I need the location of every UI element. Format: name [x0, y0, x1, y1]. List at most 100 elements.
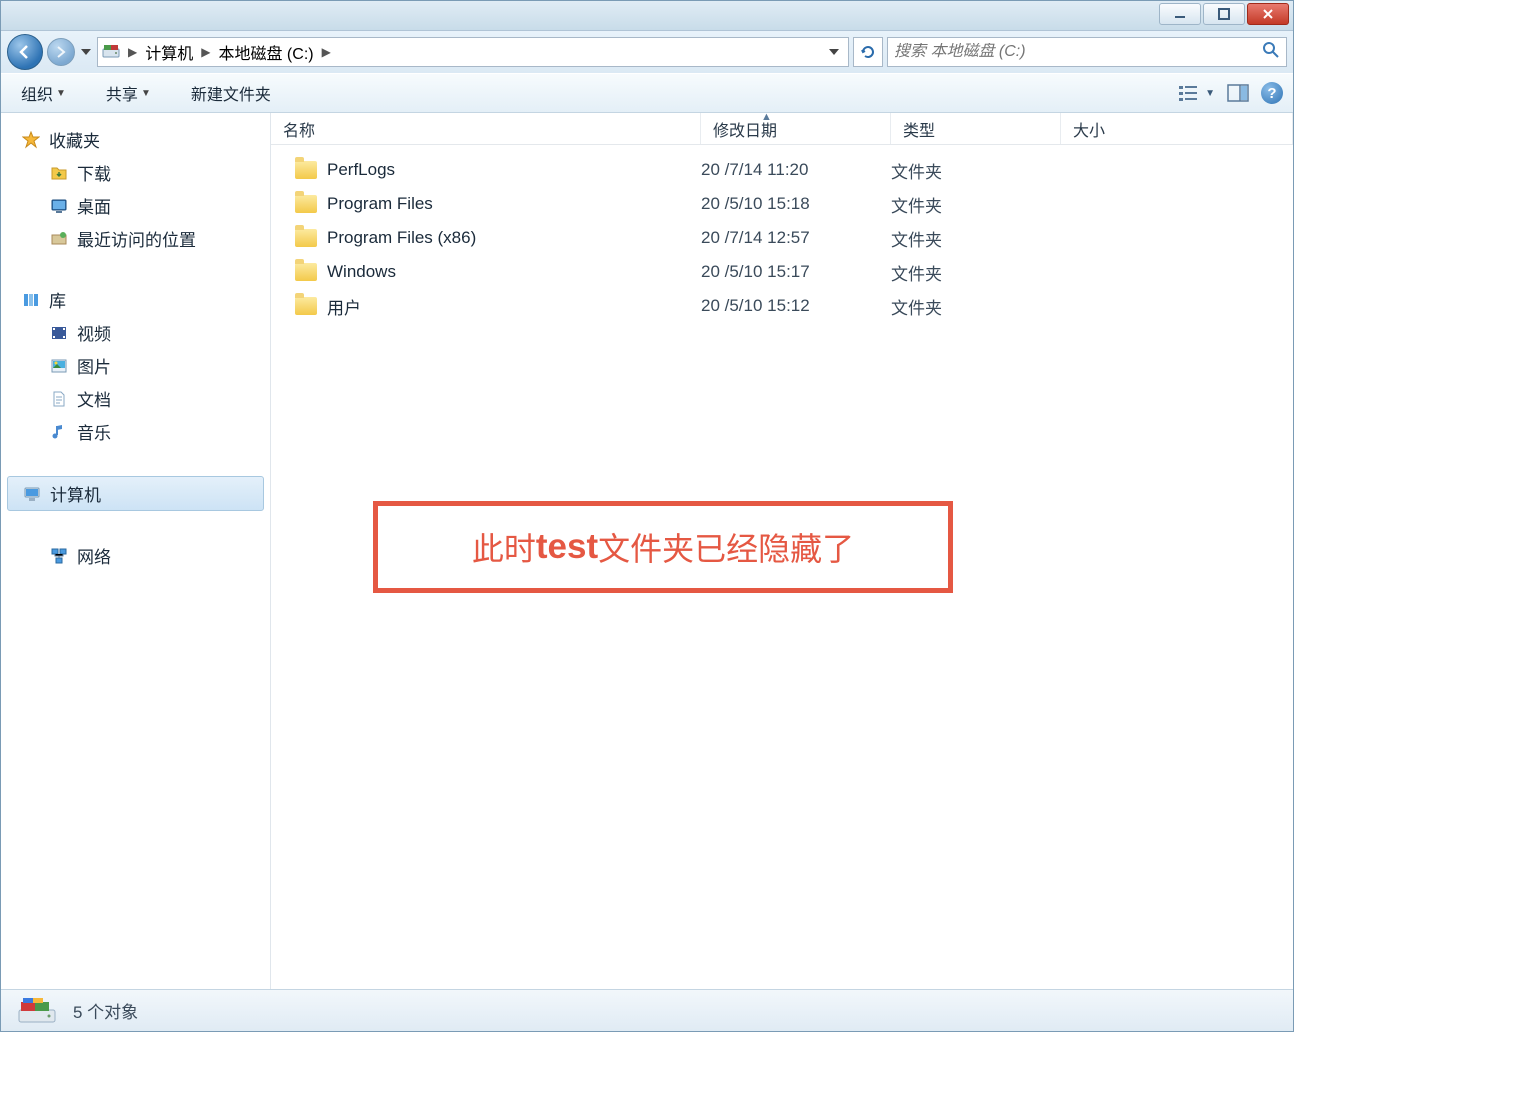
preview-pane-button[interactable] [1227, 84, 1249, 102]
navbar: ▶ 计算机 ▶ 本地磁盘 (C:) ▶ [1, 31, 1293, 73]
folder-icon [295, 161, 317, 179]
back-button[interactable] [7, 34, 43, 70]
sidebar-item-label: 最近访问的位置 [77, 226, 196, 251]
music-icon [49, 422, 69, 442]
drive-icon [15, 996, 59, 1026]
status-text: 5 个对象 [73, 998, 138, 1023]
folder-icon [295, 229, 317, 247]
file-date: 20 /5/10 15:18 [701, 194, 891, 214]
sidebar-item-label: 计算机 [50, 481, 101, 506]
status-bar: 5 个对象 [1, 989, 1293, 1031]
share-menu[interactable]: 共享▼ [96, 77, 161, 109]
libraries-icon [21, 290, 41, 310]
minimize-button[interactable] [1159, 3, 1201, 25]
close-button[interactable] [1247, 3, 1289, 25]
toolbar-label: 新建文件夹 [191, 81, 271, 105]
file-name: Windows [327, 262, 396, 282]
breadcrumb-drive-c[interactable]: 本地磁盘 (C:) [216, 40, 315, 64]
folder-icon [295, 263, 317, 281]
sidebar-item-label: 视频 [77, 320, 111, 345]
list-item[interactable]: Program Files 20 /5/10 15:18 文件夹 [271, 187, 1293, 221]
documents-icon [49, 389, 69, 409]
refresh-button[interactable] [853, 37, 883, 67]
file-name: 用户 [327, 294, 361, 319]
videos-icon [49, 323, 69, 343]
sidebar-favorites[interactable]: 收藏夹 [1, 123, 270, 156]
file-name: Program Files [327, 194, 433, 214]
sidebar-item-network[interactable]: 网络 [1, 539, 270, 572]
desktop-icon [49, 196, 69, 216]
explorer-window: ▶ 计算机 ▶ 本地磁盘 (C:) ▶ 组织▼ 共享▼ 新建文件夹 ▼ [0, 0, 1294, 1032]
column-header-type[interactable]: 类型 [891, 113, 1061, 144]
list-item[interactable]: 用户 20 /5/10 15:12 文件夹 [271, 289, 1293, 323]
toolbar: 组织▼ 共享▼ 新建文件夹 ▼ ? [1, 73, 1293, 113]
help-button[interactable]: ? [1261, 82, 1283, 104]
star-icon [21, 130, 41, 150]
file-name: Program Files (x86) [327, 228, 476, 248]
forward-button[interactable] [47, 38, 75, 66]
file-date: 20 /7/14 12:57 [701, 228, 891, 248]
sidebar-item-label: 下载 [77, 160, 111, 185]
breadcrumb-sep-icon[interactable]: ▶ [124, 45, 141, 59]
list-item[interactable]: Program Files (x86) 20 /7/14 12:57 文件夹 [271, 221, 1293, 255]
new-folder-button[interactable]: 新建文件夹 [181, 77, 281, 109]
annotation-box: 此时test文件夹已经隐藏了 [373, 501, 953, 593]
navigation-pane: 收藏夹 下载 桌面 最近访问的位置 库 [1, 113, 271, 989]
view-options-button[interactable]: ▼ [1179, 84, 1215, 102]
sidebar-item-downloads[interactable]: 下载 [1, 156, 270, 189]
address-bar[interactable]: ▶ 计算机 ▶ 本地磁盘 (C:) ▶ [97, 37, 849, 67]
annotation-text: 此时 [472, 524, 536, 570]
organize-menu[interactable]: 组织▼ [11, 77, 76, 109]
search-box[interactable] [887, 37, 1287, 67]
sidebar-item-label: 音乐 [77, 419, 111, 444]
folder-icon [295, 297, 317, 315]
file-date: 20 /5/10 15:17 [701, 262, 891, 282]
recent-icon [49, 229, 69, 249]
folder-icon [295, 195, 317, 213]
sidebar-item-label: 库 [49, 287, 66, 312]
address-dropdown[interactable] [822, 38, 846, 66]
breadcrumb-sep-icon[interactable]: ▶ [318, 45, 335, 59]
list-item[interactable]: PerfLogs 20 /7/14 11:20 文件夹 [271, 153, 1293, 187]
search-icon[interactable] [1262, 41, 1280, 64]
sidebar-item-label: 文档 [77, 386, 111, 411]
sidebar-item-label: 收藏夹 [49, 127, 100, 152]
sidebar-item-desktop[interactable]: 桌面 [1, 189, 270, 222]
file-type: 文件夹 [891, 294, 1061, 319]
sidebar-item-recent[interactable]: 最近访问的位置 [1, 222, 270, 255]
maximize-button[interactable] [1203, 3, 1245, 25]
sidebar-item-videos[interactable]: 视频 [1, 316, 270, 349]
downloads-icon [49, 163, 69, 183]
toolbar-label: 共享 [106, 81, 138, 105]
sidebar-item-label: 图片 [77, 353, 111, 378]
sidebar-item-pictures[interactable]: 图片 [1, 349, 270, 382]
toolbar-label: 组织 [21, 81, 53, 105]
nav-history-dropdown[interactable] [79, 42, 93, 62]
column-header-name[interactable]: 名称 [271, 113, 701, 144]
sidebar-item-computer[interactable]: 计算机 [7, 476, 264, 511]
annotation-bold: test [536, 527, 598, 567]
sidebar-item-music[interactable]: 音乐 [1, 415, 270, 448]
annotation-text: 文件夹已经隐藏了 [598, 524, 854, 570]
file-rows: PerfLogs 20 /7/14 11:20 文件夹 Program File… [271, 145, 1293, 323]
network-icon [49, 546, 69, 566]
file-type: 文件夹 [891, 192, 1061, 217]
breadcrumb-sep-icon[interactable]: ▶ [197, 45, 214, 59]
file-date: 20 /5/10 15:12 [701, 296, 891, 316]
sidebar-item-label: 桌面 [77, 193, 111, 218]
file-type: 文件夹 [891, 260, 1061, 285]
sidebar-item-label: 网络 [77, 543, 111, 568]
breadcrumb-computer[interactable]: 计算机 [143, 40, 195, 64]
column-header-size[interactable]: 大小 [1061, 113, 1293, 144]
search-input[interactable] [894, 43, 1262, 61]
file-type: 文件夹 [891, 226, 1061, 251]
computer-icon [22, 484, 42, 504]
list-item[interactable]: Windows 20 /5/10 15:17 文件夹 [271, 255, 1293, 289]
sidebar-item-documents[interactable]: 文档 [1, 382, 270, 415]
sort-indicator-icon: ▲ [761, 111, 772, 123]
file-type: 文件夹 [891, 158, 1061, 183]
sidebar-libraries[interactable]: 库 [1, 283, 270, 316]
drive-icon [100, 41, 122, 63]
pictures-icon [49, 356, 69, 376]
column-header-modified[interactable]: 修改日期 [701, 113, 891, 144]
